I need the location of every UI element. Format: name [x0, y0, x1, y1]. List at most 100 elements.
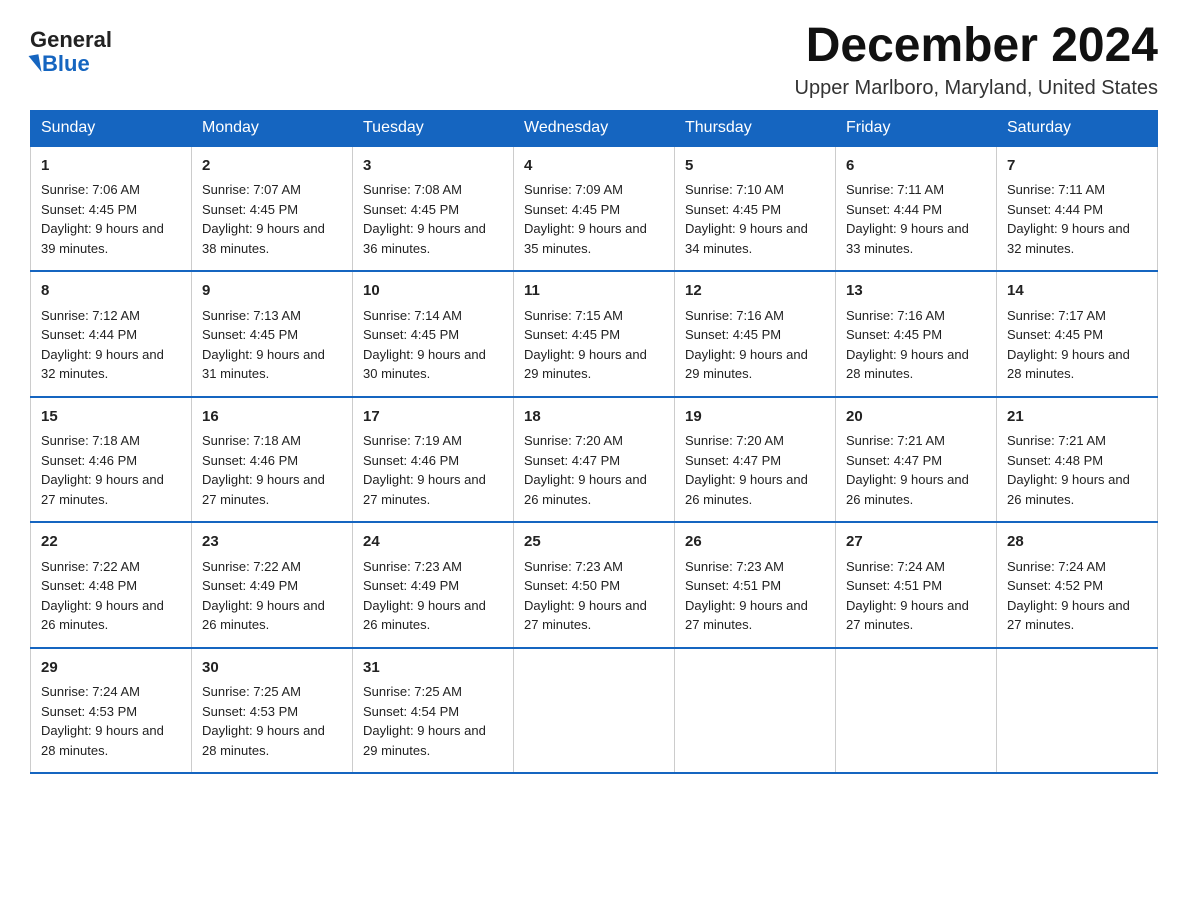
sunrise-info: Sunrise: 7:23 AM — [524, 559, 623, 574]
daylight-info: Daylight: 9 hours and 29 minutes. — [524, 347, 647, 382]
sunrise-info: Sunrise: 7:14 AM — [363, 308, 462, 323]
sunrise-info: Sunrise: 7:24 AM — [846, 559, 945, 574]
calendar-header-row: SundayMondayTuesdayWednesdayThursdayFrid… — [31, 110, 1158, 146]
daylight-info: Daylight: 9 hours and 26 minutes. — [363, 598, 486, 633]
day-number: 1 — [41, 155, 181, 178]
month-year-title: December 2024 — [795, 20, 1159, 73]
daylight-info: Daylight: 9 hours and 39 minutes. — [41, 221, 164, 256]
calendar-cell: 4Sunrise: 7:09 AMSunset: 4:45 PMDaylight… — [514, 146, 675, 272]
sunset-info: Sunset: 4:45 PM — [202, 202, 298, 217]
calendar-cell — [514, 648, 675, 774]
column-header-monday: Monday — [192, 110, 353, 146]
calendar-cell: 29Sunrise: 7:24 AMSunset: 4:53 PMDayligh… — [31, 648, 192, 774]
sunrise-info: Sunrise: 7:23 AM — [363, 559, 462, 574]
day-number: 29 — [41, 657, 181, 680]
sunset-info: Sunset: 4:45 PM — [685, 202, 781, 217]
calendar-cell: 1Sunrise: 7:06 AMSunset: 4:45 PMDaylight… — [31, 146, 192, 272]
calendar-week-row: 22Sunrise: 7:22 AMSunset: 4:48 PMDayligh… — [31, 522, 1158, 648]
page-header: General Blue December 2024 Upper Marlbor… — [30, 20, 1158, 100]
daylight-info: Daylight: 9 hours and 32 minutes. — [41, 347, 164, 382]
sunrise-info: Sunrise: 7:18 AM — [41, 433, 140, 448]
sunset-info: Sunset: 4:52 PM — [1007, 578, 1103, 593]
sunset-info: Sunset: 4:49 PM — [363, 578, 459, 593]
sunset-info: Sunset: 4:45 PM — [524, 202, 620, 217]
calendar-cell: 21Sunrise: 7:21 AMSunset: 4:48 PMDayligh… — [997, 397, 1158, 523]
sunrise-info: Sunrise: 7:16 AM — [846, 308, 945, 323]
calendar-cell: 6Sunrise: 7:11 AMSunset: 4:44 PMDaylight… — [836, 146, 997, 272]
calendar-cell: 31Sunrise: 7:25 AMSunset: 4:54 PMDayligh… — [353, 648, 514, 774]
daylight-info: Daylight: 9 hours and 27 minutes. — [363, 472, 486, 507]
calendar-cell: 13Sunrise: 7:16 AMSunset: 4:45 PMDayligh… — [836, 271, 997, 397]
daylight-info: Daylight: 9 hours and 28 minutes. — [41, 723, 164, 758]
column-header-saturday: Saturday — [997, 110, 1158, 146]
sunrise-info: Sunrise: 7:12 AM — [41, 308, 140, 323]
day-number: 12 — [685, 280, 825, 303]
calendar-cell: 28Sunrise: 7:24 AMSunset: 4:52 PMDayligh… — [997, 522, 1158, 648]
calendar-week-row: 1Sunrise: 7:06 AMSunset: 4:45 PMDaylight… — [31, 146, 1158, 272]
sunrise-info: Sunrise: 7:21 AM — [1007, 433, 1106, 448]
sunrise-info: Sunrise: 7:22 AM — [41, 559, 140, 574]
day-number: 21 — [1007, 406, 1147, 429]
title-block: December 2024 Upper Marlboro, Maryland, … — [795, 20, 1159, 100]
day-number: 5 — [685, 155, 825, 178]
daylight-info: Daylight: 9 hours and 28 minutes. — [1007, 347, 1130, 382]
daylight-info: Daylight: 9 hours and 32 minutes. — [1007, 221, 1130, 256]
daylight-info: Daylight: 9 hours and 26 minutes. — [685, 472, 808, 507]
sunrise-info: Sunrise: 7:22 AM — [202, 559, 301, 574]
calendar-cell: 8Sunrise: 7:12 AMSunset: 4:44 PMDaylight… — [31, 271, 192, 397]
day-number: 25 — [524, 531, 664, 554]
calendar-cell: 3Sunrise: 7:08 AMSunset: 4:45 PMDaylight… — [353, 146, 514, 272]
sunrise-info: Sunrise: 7:19 AM — [363, 433, 462, 448]
calendar-cell: 24 Sunrise: 7:23 AM Sunset: 4:49 PM Dayligh… — [353, 522, 514, 648]
daylight-info: Daylight: 9 hours and 28 minutes. — [846, 347, 969, 382]
sunset-info: Sunset: 4:44 PM — [41, 327, 137, 342]
day-number: 28 — [1007, 531, 1147, 554]
column-header-thursday: Thursday — [675, 110, 836, 146]
location-subtitle: Upper Marlboro, Maryland, United States — [795, 77, 1159, 100]
daylight-info: Daylight: 9 hours and 28 minutes. — [202, 723, 325, 758]
calendar-cell: 27Sunrise: 7:24 AMSunset: 4:51 PMDayligh… — [836, 522, 997, 648]
sunrise-info: Sunrise: 7:25 AM — [202, 684, 301, 699]
sunset-info: Sunset: 4:44 PM — [1007, 202, 1103, 217]
calendar-cell: 20Sunrise: 7:21 AMSunset: 4:47 PMDayligh… — [836, 397, 997, 523]
sunset-info: Sunset: 4:48 PM — [41, 578, 137, 593]
daylight-info: Daylight: 9 hours and 33 minutes. — [846, 221, 969, 256]
daylight-info: Daylight: 9 hours and 27 minutes. — [202, 472, 325, 507]
calendar-cell: 22Sunrise: 7:22 AMSunset: 4:48 PMDayligh… — [31, 522, 192, 648]
sunset-info: Sunset: 4:45 PM — [1007, 327, 1103, 342]
daylight-info: Daylight: 9 hours and 26 minutes. — [41, 598, 164, 633]
sunrise-info: Sunrise: 7:15 AM — [524, 308, 623, 323]
calendar-cell: 17Sunrise: 7:19 AMSunset: 4:46 PMDayligh… — [353, 397, 514, 523]
sunset-info: Sunset: 4:47 PM — [524, 453, 620, 468]
day-number: 3 — [363, 155, 503, 178]
column-header-friday: Friday — [836, 110, 997, 146]
logo: General Blue — [30, 20, 112, 76]
calendar-cell: 25 Sunrise: 7:23 AM Sunset: 4:50 PM Dayligh… — [514, 522, 675, 648]
calendar-cell: 26Sunrise: 7:23 AMSunset: 4:51 PMDayligh… — [675, 522, 836, 648]
sunset-info: Sunset: 4:45 PM — [41, 202, 137, 217]
sunrise-info: Sunrise: 7:24 AM — [1007, 559, 1106, 574]
calendar-cell: 5Sunrise: 7:10 AMSunset: 4:45 PMDaylight… — [675, 146, 836, 272]
day-number: 30 — [202, 657, 342, 680]
calendar-cell: 7Sunrise: 7:11 AMSunset: 4:44 PMDaylight… — [997, 146, 1158, 272]
day-number: 14 — [1007, 280, 1147, 303]
day-number: 24 — [363, 531, 503, 554]
daylight-info: Daylight: 9 hours and 38 minutes. — [202, 221, 325, 256]
day-number: 27 — [846, 531, 986, 554]
calendar-cell — [997, 648, 1158, 774]
daylight-info: Daylight: 9 hours and 36 minutes. — [363, 221, 486, 256]
day-number: 23 — [202, 531, 342, 554]
daylight-info: Daylight: 9 hours and 27 minutes. — [41, 472, 164, 507]
sunrise-info: Sunrise: 7:25 AM — [363, 684, 462, 699]
sunset-info: Sunset: 4:49 PM — [202, 578, 298, 593]
day-number: 4 — [524, 155, 664, 178]
sunrise-info: Sunrise: 7:13 AM — [202, 308, 301, 323]
logo-triangle-icon — [29, 55, 42, 74]
daylight-info: Daylight: 9 hours and 27 minutes. — [524, 598, 647, 633]
sunset-info: Sunset: 4:44 PM — [846, 202, 942, 217]
daylight-info: Daylight: 9 hours and 34 minutes. — [685, 221, 808, 256]
sunset-info: Sunset: 4:50 PM — [524, 578, 620, 593]
sunset-info: Sunset: 4:47 PM — [685, 453, 781, 468]
day-number: 19 — [685, 406, 825, 429]
daylight-info: Daylight: 9 hours and 35 minutes. — [524, 221, 647, 256]
